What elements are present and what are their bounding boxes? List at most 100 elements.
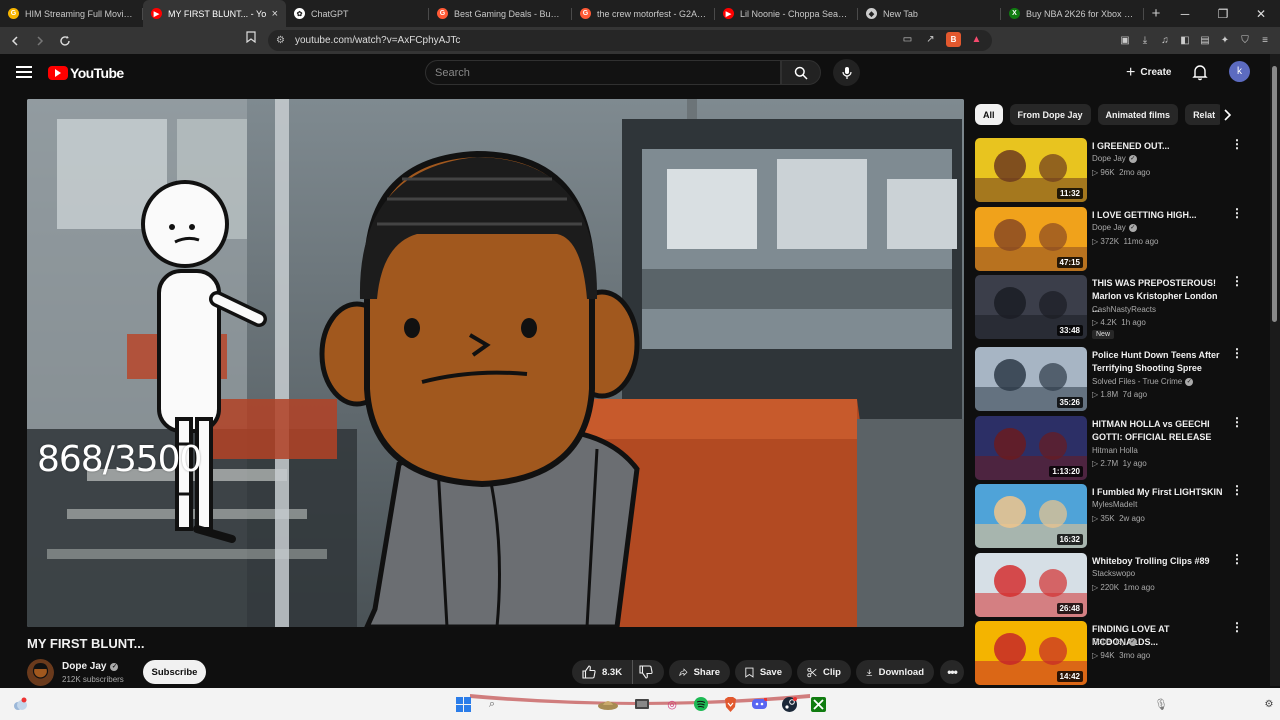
filter-chip[interactable]: From Dope Jay	[1009, 104, 1091, 125]
recommended-channel[interactable]: Stackswopo	[1092, 569, 1135, 578]
create-button[interactable]: + Create	[1120, 60, 1177, 85]
recommended-video[interactable]: 14:42 FINDING LOVE AT MCDONALDS... Dope Ja…	[975, 621, 1250, 685]
more-vertical-icon[interactable]: ⋮	[1229, 275, 1245, 291]
taskbar-search-icon[interactable]: ⌕	[484, 696, 500, 712]
browser-tab[interactable]: X Buy NBA 2K26 for Xbox One |	[1001, 0, 1144, 27]
vpn-icon[interactable]: ⛉	[1238, 32, 1252, 48]
recommended-channel[interactable]: MylesMadeIt	[1092, 500, 1137, 509]
channel-name[interactable]: Dope Jay ✓	[62, 661, 119, 672]
subscribe-button[interactable]: Subscribe	[143, 660, 206, 684]
browser-tab[interactable]: G Best Gaming Deals - Buy Cheap	[429, 0, 572, 27]
leo-ai-icon[interactable]: ✦	[1218, 32, 1232, 48]
downloads-icon[interactable]: ⤓	[1138, 32, 1152, 48]
cast-icon[interactable]: ▭	[900, 32, 915, 47]
video-thumbnail[interactable]: 11:32	[975, 138, 1087, 202]
like-button[interactable]: 8.3K	[572, 660, 634, 684]
more-vertical-icon[interactable]: ⋮	[1229, 138, 1245, 154]
search-input[interactable]: Search	[425, 60, 781, 85]
video-player[interactable]: 868/3500	[27, 99, 964, 627]
file-manager-icon[interactable]	[634, 696, 650, 712]
video-thumbnail[interactable]: 16:32	[975, 484, 1087, 548]
recommended-video-title[interactable]: I Fumbled My First LIGHTSKIN	[1092, 486, 1227, 499]
wallet-icon[interactable]: ▤	[1198, 32, 1212, 48]
browser-tab[interactable]: ▶ MY FIRST BLUNT... - Yo ×	[143, 0, 286, 27]
recommended-video-title[interactable]: I LOVE GETTING HIGH...	[1092, 209, 1227, 222]
minimize-icon[interactable]: ─	[1166, 0, 1204, 27]
bookmark-icon[interactable]	[246, 31, 256, 46]
windows-start-icon[interactable]	[455, 696, 471, 712]
voice-search-button[interactable]	[833, 59, 860, 86]
widgets-icon[interactable]	[597, 696, 619, 712]
recommended-video-title[interactable]: Police Hunt Down Teens After Terrifying …	[1092, 349, 1227, 375]
video-thumbnail[interactable]: 26:48	[975, 553, 1087, 617]
filter-chip[interactable]: Relat	[1185, 104, 1220, 125]
forward-icon[interactable]	[30, 31, 50, 51]
steam-icon[interactable]	[781, 696, 797, 712]
spotify-icon[interactable]	[693, 696, 709, 712]
weather-widget-icon[interactable]	[12, 696, 28, 712]
browser-tab[interactable]: ▶ Lil Noonie - Choppa Season |	[715, 0, 858, 27]
recommended-channel[interactable]: CashNastyReacts	[1092, 305, 1156, 314]
panel-icon[interactable]: ◧	[1178, 32, 1192, 48]
notification-center-icon[interactable]: ⚙	[1261, 696, 1277, 712]
browser-tab[interactable]: ✿ ChatGPT	[286, 0, 429, 27]
more-vertical-icon[interactable]: ⋮	[1229, 621, 1245, 637]
menu-icon[interactable]: ≡	[1258, 32, 1272, 48]
more-actions-button[interactable]: •••	[940, 660, 964, 684]
site-settings-icon[interactable]: ⚙	[276, 35, 285, 46]
recommended-video-title[interactable]: HITMAN HOLLA vs GEECHI GOTTI: OFFICIAL R…	[1092, 418, 1227, 444]
recommended-video[interactable]: 1:13:20 HITMAN HOLLA vs GEECHI GOTTI: OFF…	[975, 416, 1250, 480]
back-icon[interactable]	[5, 31, 25, 51]
recommended-video[interactable]: 16:32 I Fumbled My First LIGHTSKIN MylesMa…	[975, 484, 1250, 548]
sidebar-icon[interactable]: ▣	[1118, 32, 1132, 48]
xbox-icon[interactable]	[810, 696, 826, 712]
brave-browser-icon[interactable]	[722, 696, 738, 712]
more-vertical-icon[interactable]: ⋮	[1229, 484, 1245, 500]
video-thumbnail[interactable]: 1:13:20	[975, 416, 1087, 480]
video-thumbnail[interactable]: 47:15	[975, 207, 1087, 271]
youtube-logo[interactable]: YouTube	[48, 65, 124, 81]
recommended-channel[interactable]: Dope Jay ✓	[1092, 154, 1137, 163]
discord-icon[interactable]	[751, 696, 767, 712]
more-vertical-icon[interactable]: ⋮	[1229, 553, 1245, 569]
brave-shields-icon[interactable]: B	[946, 32, 961, 47]
recommended-video-title[interactable]: Whiteboy Trolling Clips #89	[1092, 555, 1227, 568]
url-field[interactable]: ⚙ youtube.com/watch?v=AxFCphyAJTc	[268, 30, 992, 51]
browser-tab[interactable]: ◆ New Tab	[858, 0, 1001, 27]
filter-chip[interactable]: Animated films	[1097, 104, 1179, 125]
more-vertical-icon[interactable]: ⋮	[1229, 416, 1245, 432]
recommended-video[interactable]: 35:26 Police Hunt Down Teens After Terrif…	[975, 347, 1250, 411]
restore-icon[interactable]: ❐	[1204, 0, 1242, 27]
more-vertical-icon[interactable]: ⋮	[1229, 207, 1245, 223]
notifications-bell-icon[interactable]	[1191, 63, 1209, 81]
video-thumbnail[interactable]: 33:48	[975, 275, 1087, 339]
video-thumbnail[interactable]: 14:42	[975, 621, 1087, 685]
save-button[interactable]: Save	[735, 660, 792, 684]
recommended-video-title[interactable]: I GREENED OUT...	[1092, 140, 1227, 153]
close-window-icon[interactable]: ✕	[1242, 0, 1280, 27]
search-button[interactable]	[781, 60, 821, 85]
filter-chip[interactable]: All	[975, 104, 1003, 125]
browser-tab[interactable]: G HIM Streaming Full Movies On	[0, 0, 143, 27]
clip-button[interactable]: Clip	[797, 660, 851, 684]
recommended-channel[interactable]: Dope Jay ✓	[1092, 223, 1137, 232]
recommended-video[interactable]: 11:32 I GREENED OUT... Dope Jay ✓ ▷ 96K 2mo …	[975, 138, 1250, 202]
channel-avatar[interactable]	[27, 659, 54, 686]
share-page-icon[interactable]: ↗	[923, 32, 938, 47]
guide-menu-icon[interactable]	[16, 66, 32, 78]
recommended-video[interactable]: 26:48 Whiteboy Trolling Clips #89 Stackswo…	[975, 553, 1250, 617]
download-button[interactable]: Download	[856, 660, 934, 684]
browser-tab[interactable]: Gthe crew motorfest - G2A.COM	[572, 0, 715, 27]
scrollbar-thumb[interactable]	[1272, 66, 1277, 322]
media-player-icon[interactable]: ◎	[664, 696, 680, 712]
media-icon[interactable]: ♫	[1158, 32, 1172, 48]
share-button[interactable]: Share	[669, 660, 730, 684]
video-thumbnail[interactable]: 35:26	[975, 347, 1087, 411]
tab-close-icon[interactable]: ×	[272, 8, 278, 20]
brave-rewards-icon[interactable]: ▲	[969, 32, 984, 47]
recommended-video[interactable]: 47:15 I LOVE GETTING HIGH... Dope Jay ✓ ▷ 37…	[975, 207, 1250, 271]
recommended-channel[interactable]: Hitman Holla	[1092, 446, 1138, 455]
reload-icon[interactable]	[55, 31, 75, 51]
new-tab-button[interactable]: +	[1144, 0, 1168, 27]
chevron-right-icon[interactable]	[1219, 106, 1235, 124]
